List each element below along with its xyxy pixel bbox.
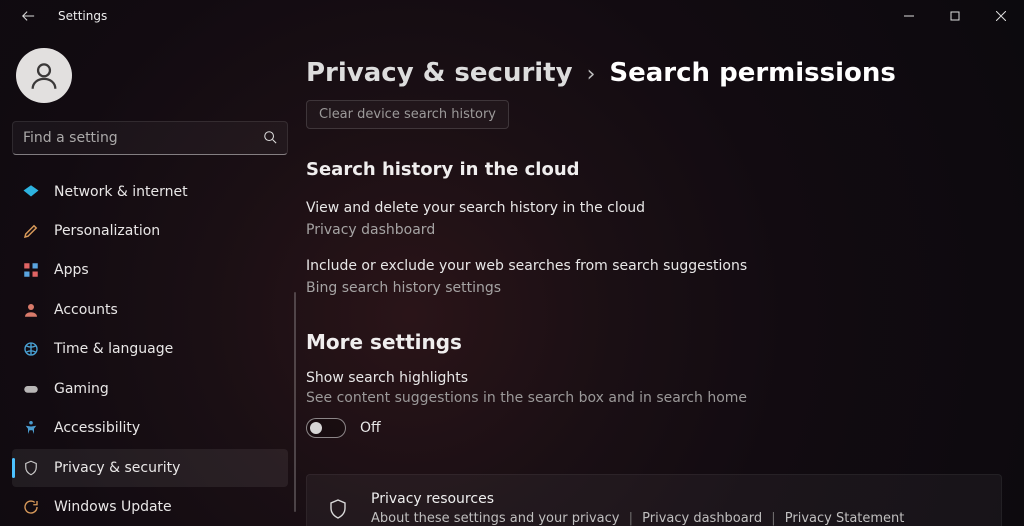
clear-device-history-button[interactable]: Clear device search history — [306, 100, 509, 129]
search-highlights-desc: See content suggestions in the search bo… — [306, 390, 1002, 406]
search-highlights-toggle[interactable] — [306, 418, 346, 438]
page-title: Search permissions — [609, 58, 895, 88]
minimize-button[interactable] — [886, 0, 932, 32]
wifi-icon — [22, 183, 40, 201]
accessibility-icon — [22, 419, 40, 437]
sidebar-item-label: Personalization — [54, 223, 160, 239]
breadcrumb-parent[interactable]: Privacy & security — [306, 58, 573, 88]
back-button[interactable] — [12, 0, 44, 32]
search-input[interactable] — [12, 121, 288, 155]
include-exclude-label: Include or exclude your web searches fro… — [306, 258, 1002, 274]
search-field[interactable] — [23, 130, 263, 146]
app-title: Settings — [58, 9, 107, 23]
person-icon — [22, 301, 40, 319]
sidebar-item-accounts[interactable]: Accounts — [12, 291, 288, 328]
sidebar-item-label: Accounts — [54, 302, 118, 318]
privacy-resources-title: Privacy resources — [371, 491, 904, 507]
sidebar-item-windows-update[interactable]: Windows Update — [12, 489, 288, 526]
privacy-statement-link[interactable]: Privacy Statement — [785, 511, 905, 526]
sidebar-item-label: Windows Update — [54, 499, 172, 515]
sidebar-item-label: Apps — [54, 262, 89, 278]
sidebar-item-accessibility[interactable]: Accessibility — [12, 410, 288, 447]
shield-icon — [325, 496, 351, 522]
window-controls — [886, 0, 1024, 32]
sidebar-item-network[interactable]: Network & internet — [12, 173, 288, 210]
search-icon — [263, 129, 277, 148]
breadcrumb: Privacy & security › Search permissions — [306, 58, 1002, 88]
privacy-resources-card: Privacy resources About these settings a… — [306, 474, 1002, 526]
search-highlights-label: Show search highlights — [306, 370, 1002, 386]
sidebar-item-privacy-security[interactable]: Privacy & security — [12, 449, 288, 486]
sidebar-item-label: Network & internet — [54, 184, 188, 200]
sidebar-item-gaming[interactable]: Gaming — [12, 370, 288, 407]
title-bar: Settings — [0, 0, 1024, 32]
privacy-dashboard-link[interactable]: Privacy dashboard — [306, 222, 1002, 238]
bing-history-settings-link[interactable]: Bing search history settings — [306, 280, 1002, 296]
sidebar-nav: Network & internet Personalization Apps … — [12, 173, 288, 526]
chevron-right-icon: › — [587, 62, 596, 87]
content-pane: Privacy & security › Search permissions … — [300, 32, 1024, 526]
view-delete-cloud-label: View and delete your search history in t… — [306, 200, 1002, 216]
sidebar-item-time-language[interactable]: Time & language — [12, 331, 288, 368]
sidebar-scrollbar[interactable] — [294, 32, 296, 526]
gamepad-icon — [22, 380, 40, 398]
sidebar-item-label: Time & language — [54, 341, 173, 357]
section-heading-cloud: Search history in the cloud — [306, 159, 1002, 180]
sidebar-item-apps[interactable]: Apps — [12, 252, 288, 289]
sidebar-item-personalization[interactable]: Personalization — [12, 212, 288, 249]
about-settings-link[interactable]: About these settings and your privacy — [371, 511, 619, 526]
update-icon — [22, 498, 40, 516]
toggle-state-label: Off — [360, 420, 381, 436]
section-heading-more: More settings — [306, 330, 1002, 354]
sidebar-item-label: Accessibility — [54, 420, 140, 436]
apps-icon — [22, 261, 40, 279]
sidebar-item-label: Privacy & security — [54, 460, 180, 476]
privacy-resources-links: About these settings and your privacy | … — [371, 511, 904, 526]
paintbrush-icon — [22, 222, 40, 240]
privacy-dashboard-link-2[interactable]: Privacy dashboard — [642, 511, 762, 526]
close-button[interactable] — [978, 0, 1024, 32]
shield-icon — [22, 459, 40, 477]
sidebar: Network & internet Personalization Apps … — [0, 32, 300, 526]
avatar[interactable] — [16, 48, 72, 103]
globe-icon — [22, 340, 40, 358]
sidebar-item-label: Gaming — [54, 381, 109, 397]
maximize-button[interactable] — [932, 0, 978, 32]
